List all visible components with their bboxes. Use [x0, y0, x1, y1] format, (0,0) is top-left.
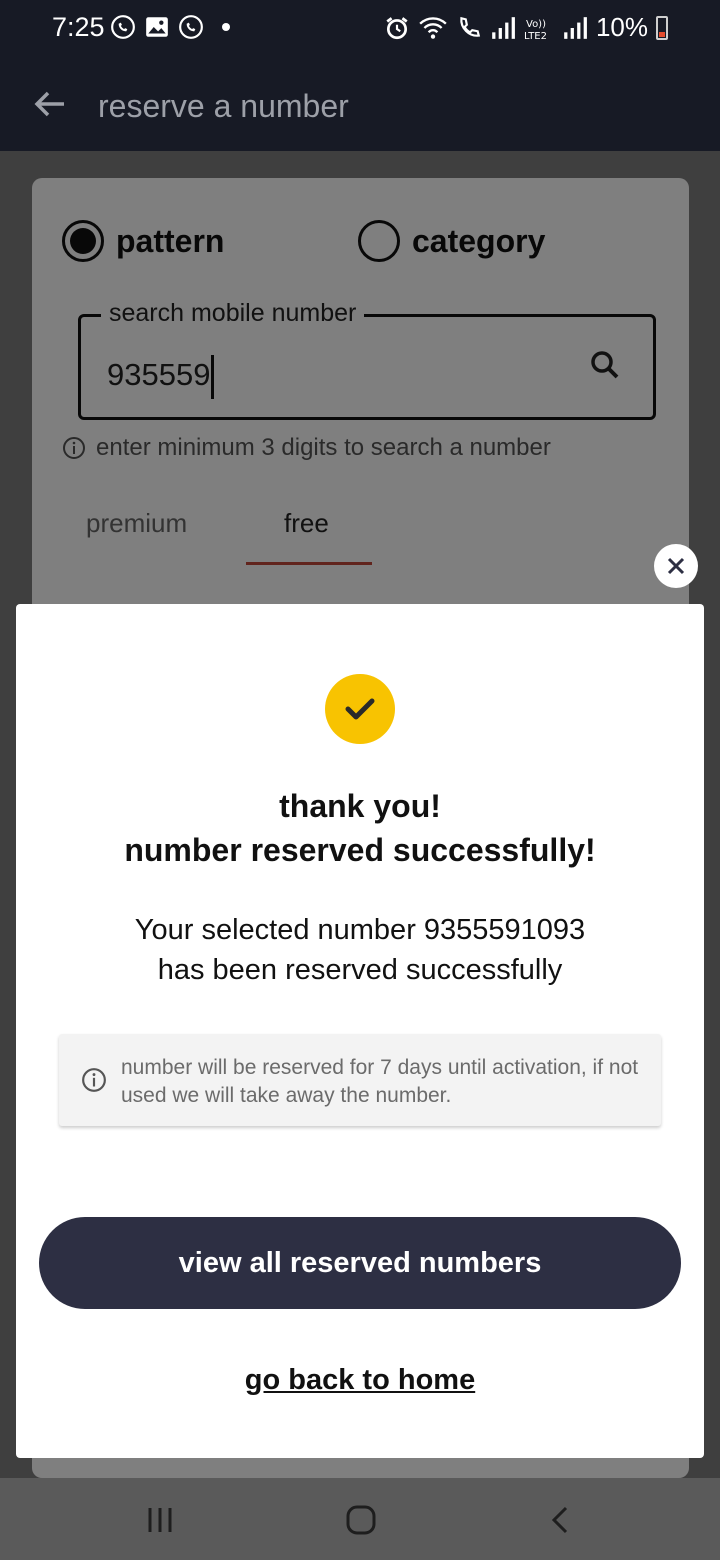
success-dialog: thank you! number reserved successfully!…	[16, 604, 704, 1458]
whatsapp-icon	[179, 15, 203, 39]
close-button[interactable]	[654, 544, 698, 588]
check-icon	[345, 698, 375, 720]
alarm-icon	[386, 16, 408, 39]
success-badge	[325, 674, 395, 744]
back-icon[interactable]	[540, 1498, 584, 1542]
arrow-left-icon[interactable]	[28, 82, 72, 126]
dialog-message: Your selected number 9355591093	[134, 914, 586, 946]
signal-icon	[564, 16, 587, 39]
dialog-title: thank you!	[279, 788, 441, 824]
call-icon	[460, 16, 481, 37]
status-right-icons: Vo)) LTE2 10%	[384, 12, 668, 43]
whatsapp-icon	[111, 15, 135, 39]
status-time: 7:25	[52, 12, 105, 42]
notification-dot-icon	[222, 23, 230, 31]
note-text: number will be reserved for 7 days until…	[121, 1056, 639, 1107]
svg-text:Vo)): Vo))	[526, 19, 546, 30]
wifi-icon	[419, 16, 447, 39]
recents-icon[interactable]	[138, 1498, 182, 1542]
signal-icon	[492, 16, 515, 39]
home-icon[interactable]	[339, 1498, 383, 1542]
dialog-message-continued: has been reserved successfully	[157, 954, 563, 986]
view-reserved-numbers-button[interactable]: view all reserved numbers	[39, 1217, 681, 1309]
app-bar: reserve a number	[0, 62, 720, 151]
navigation-bar	[0, 1478, 720, 1560]
gallery-icon	[146, 17, 168, 37]
page-title: reserve a number	[98, 88, 349, 124]
svg-text:LTE2: LTE2	[524, 31, 547, 41]
reservation-note: number will be reserved for 7 days until…	[59, 1034, 661, 1126]
go-back-home-link[interactable]: go back to home	[16, 1364, 704, 1397]
info-icon	[82, 1068, 106, 1092]
close-icon	[667, 557, 685, 575]
status-bar: 7:25 Vo)) LTE2 10%	[0, 0, 720, 56]
status-left-icons	[110, 14, 230, 40]
volte-lte2-icon: Vo))LTE2	[524, 19, 547, 41]
battery-icon	[656, 15, 668, 40]
dialog-subtitle: number reserved successfully!	[124, 832, 596, 868]
header: 7:25 Vo)) LTE2 10% reserve a number	[0, 0, 720, 151]
battery-percent: 10%	[595, 12, 648, 42]
